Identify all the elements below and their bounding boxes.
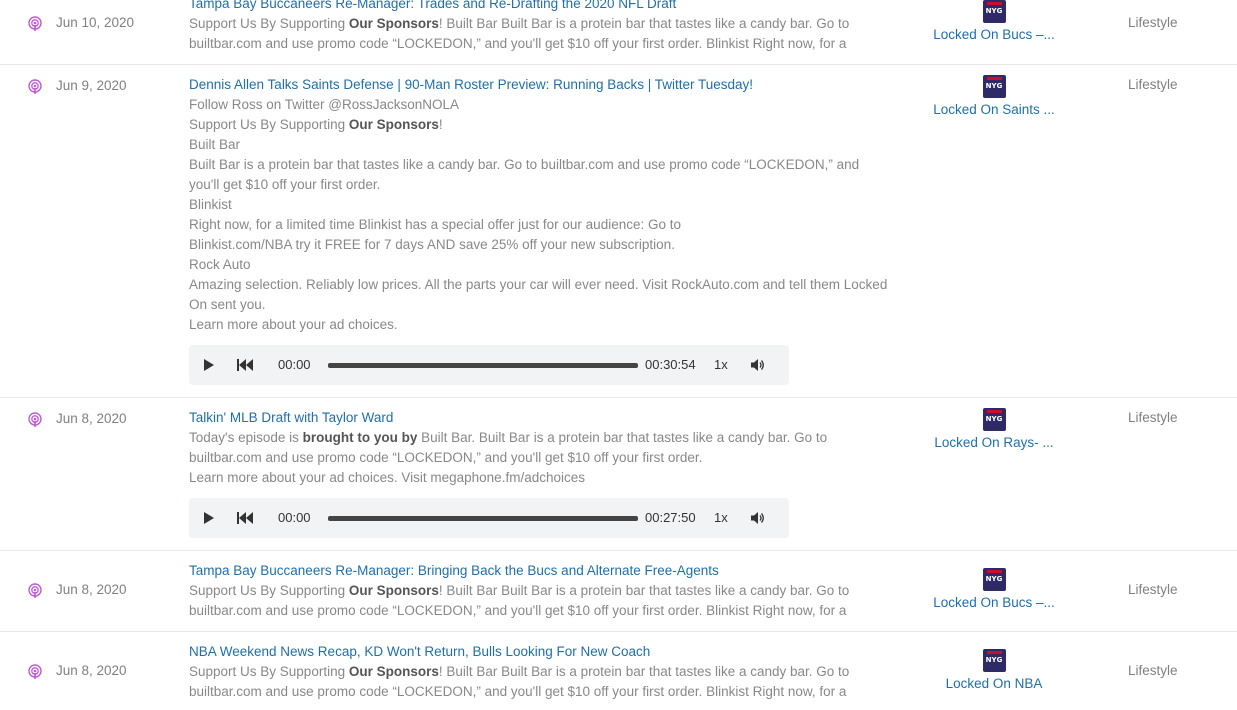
- show-column: NYG Locked On Saints ...: [924, 75, 1064, 117]
- episode-description: Follow Ross on Twitter @RossJacksonNOLA …: [189, 97, 888, 332]
- episode-description: Support Us By Supporting Our Sponsors! B…: [189, 583, 850, 618]
- progress-track[interactable]: [328, 363, 638, 368]
- show-column: NYG Locked On Bucs –...: [924, 568, 1064, 610]
- current-time: 00:00: [278, 510, 311, 525]
- rewind-icon[interactable]: [237, 512, 253, 524]
- episode-date: Jun 8, 2020: [56, 663, 127, 678]
- show-logo[interactable]: NYG: [982, 649, 1006, 672]
- episode-row: Jun 9, 2020 Dennis Allen Talks Saints De…: [0, 65, 1237, 398]
- episode-row: Jun 10, 2020 Tampa Bay Buccaneers Re-Man…: [0, 0, 1237, 65]
- progress-track[interactable]: [328, 516, 638, 521]
- episode-title[interactable]: Tampa Bay Buccaneers Re-Manager: Bringin…: [189, 563, 719, 578]
- current-time: 00:00: [278, 357, 311, 372]
- volume-icon[interactable]: [751, 358, 765, 372]
- audio-player: 00:00 00:27:50 1x: [189, 498, 789, 538]
- episode-category: Lifestyle: [1128, 410, 1178, 425]
- show-name-link[interactable]: Locked On Bucs –...: [924, 595, 1064, 610]
- show-name-link[interactable]: Locked On Saints ...: [924, 102, 1064, 117]
- volume-icon[interactable]: [751, 511, 765, 525]
- show-name-link[interactable]: Locked On Bucs –...: [924, 27, 1064, 42]
- podcast-icon: [28, 16, 42, 31]
- show-column: NYG Locked On NBA: [924, 649, 1064, 691]
- episode-title[interactable]: Tampa Bay Buccaneers Re-Manager: Trades …: [189, 0, 676, 11]
- episode-date: Jun 8, 2020: [56, 411, 127, 426]
- episode-row: Jun 8, 2020 Tampa Bay Buccaneers Re-Mana…: [0, 551, 1237, 632]
- speed-button[interactable]: 1x: [714, 357, 728, 372]
- episode-category: Lifestyle: [1128, 663, 1178, 678]
- show-logo[interactable]: NYG: [982, 75, 1006, 98]
- episode-title[interactable]: Dennis Allen Talks Saints Defense | 90-M…: [189, 77, 753, 92]
- episode-title[interactable]: NBA Weekend News Recap, KD Won't Return,…: [189, 644, 650, 659]
- episode-description: Today's episode is brought to you by Bui…: [189, 430, 828, 485]
- show-name-link[interactable]: Locked On Rays- ...: [924, 435, 1064, 450]
- episode-description: Support Us By Supporting Our Sponsors! B…: [189, 664, 850, 699]
- speed-button[interactable]: 1x: [714, 510, 728, 525]
- show-column: NYG Locked On Bucs –...: [924, 0, 1064, 42]
- show-column: NYG Locked On Rays- ...: [924, 408, 1064, 450]
- podcast-icon: [28, 583, 42, 598]
- duration: 00:27:50: [645, 510, 696, 525]
- episode-row: Jun 8, 2020 NBA Weekend News Recap, KD W…: [0, 632, 1237, 710]
- show-logo[interactable]: NYG: [982, 0, 1006, 23]
- show-logo[interactable]: NYG: [982, 568, 1006, 591]
- podcast-icon: [28, 412, 42, 427]
- play-icon[interactable]: [204, 512, 214, 524]
- episode-description: Support Us By Supporting Our Sponsors! B…: [189, 16, 850, 51]
- episode-category: Lifestyle: [1128, 582, 1178, 597]
- episode-date: Jun 8, 2020: [56, 582, 127, 597]
- podcast-icon: [28, 79, 42, 94]
- podcast-icon: [28, 664, 42, 679]
- show-name-link[interactable]: Locked On NBA: [924, 676, 1064, 691]
- episode-row: Jun 8, 2020 Talkin' MLB Draft with Taylo…: [0, 398, 1237, 551]
- duration: 00:30:54: [645, 357, 696, 372]
- show-logo[interactable]: NYG: [982, 408, 1006, 431]
- rewind-icon[interactable]: [237, 359, 253, 371]
- episode-category: Lifestyle: [1128, 77, 1178, 92]
- episode-category: Lifestyle: [1128, 15, 1178, 30]
- play-icon[interactable]: [204, 359, 214, 371]
- episode-date: Jun 10, 2020: [56, 15, 135, 30]
- episode-date: Jun 9, 2020: [56, 78, 127, 93]
- audio-player: 00:00 00:30:54 1x: [189, 345, 789, 385]
- episode-title[interactable]: Talkin' MLB Draft with Taylor Ward: [189, 410, 393, 425]
